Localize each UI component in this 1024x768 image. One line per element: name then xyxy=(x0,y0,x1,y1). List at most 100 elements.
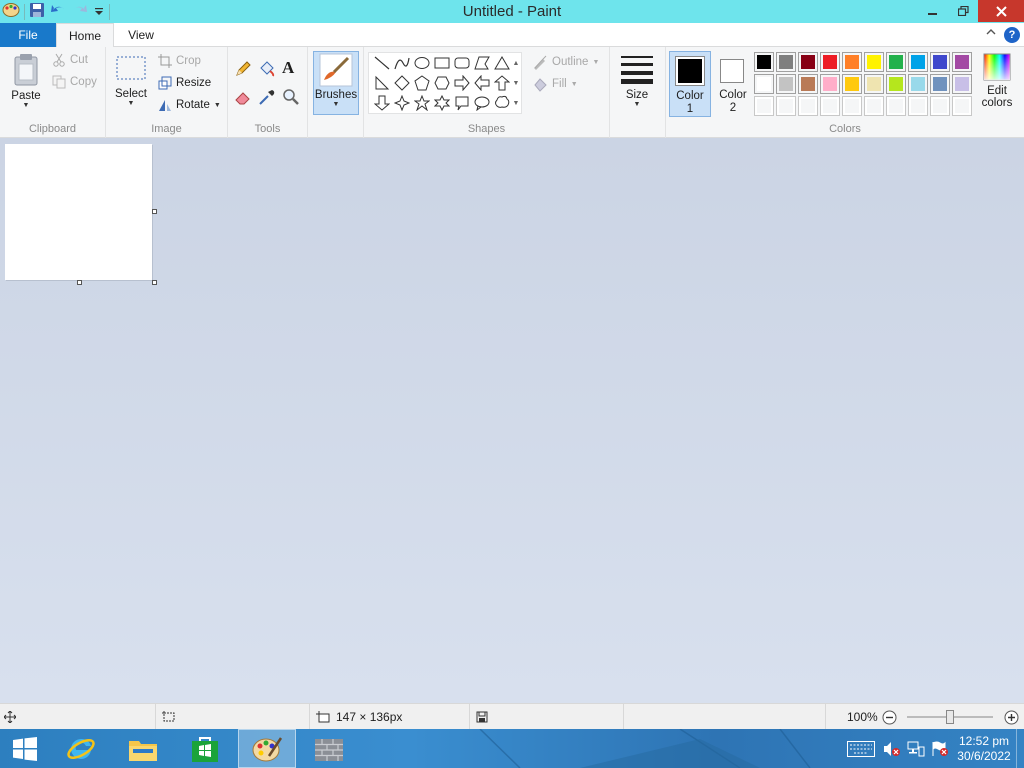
tab-home[interactable]: Home xyxy=(56,23,114,48)
palette-swatch[interactable] xyxy=(842,52,862,72)
gallery-up-icon[interactable]: ▲ xyxy=(510,53,522,73)
fill-button[interactable]: Fill ▼ xyxy=(532,76,578,92)
size-button[interactable]: Size ▼ xyxy=(618,53,656,108)
eraser-icon[interactable] xyxy=(234,88,252,109)
five-point-star-shape-icon[interactable] xyxy=(412,93,432,113)
oval-callout-shape-icon[interactable] xyxy=(472,93,492,113)
restore-button[interactable] xyxy=(948,0,978,22)
palette-swatch[interactable] xyxy=(864,52,884,72)
palette-swatch[interactable] xyxy=(952,52,972,72)
color1-button[interactable]: Color 1 xyxy=(669,51,711,117)
zoom-in-button[interactable] xyxy=(1004,710,1019,728)
palette-swatch[interactable] xyxy=(754,96,774,116)
gallery-down-icon[interactable]: ▼ xyxy=(510,73,522,93)
resize-button[interactable]: Resize xyxy=(158,76,211,90)
color2-button[interactable]: Color 2 xyxy=(714,51,752,117)
down-arrow-shape-icon[interactable] xyxy=(372,93,392,113)
gallery-more-icon[interactable]: ▼ xyxy=(510,93,522,113)
palette-swatch[interactable] xyxy=(886,96,906,116)
pentagon-shape-icon[interactable] xyxy=(412,73,432,93)
canvas-resize-handle-bottom[interactable] xyxy=(77,280,82,285)
crop-button[interactable]: Crop xyxy=(158,54,201,68)
triangle-shape-icon[interactable] xyxy=(492,53,512,73)
edit-colors-button[interactable]: Edit colors xyxy=(974,53,1020,109)
palette-swatch[interactable] xyxy=(820,96,840,116)
magnifier-icon[interactable] xyxy=(282,88,300,109)
palette-swatch[interactable] xyxy=(908,74,928,94)
line-shape-icon[interactable] xyxy=(372,53,392,73)
palette-swatch[interactable] xyxy=(864,74,884,94)
show-desktop-button[interactable] xyxy=(1016,729,1024,768)
start-button[interactable] xyxy=(0,729,50,768)
color-picker-icon[interactable] xyxy=(258,88,276,109)
tab-view[interactable]: View xyxy=(114,23,168,47)
cloud-callout-shape-icon[interactable] xyxy=(492,93,512,113)
paste-button[interactable]: Paste ▼ xyxy=(6,53,46,109)
taskbar-store[interactable] xyxy=(176,729,234,768)
outline-button[interactable]: Outline ▼ xyxy=(532,54,599,70)
tab-file[interactable]: File xyxy=(0,23,56,47)
taskbar-paint[interactable] xyxy=(238,729,296,768)
hexagon-shape-icon[interactable] xyxy=(432,73,452,93)
fill-bucket-icon[interactable] xyxy=(258,60,276,81)
palette-swatch[interactable] xyxy=(798,74,818,94)
diamond-shape-icon[interactable] xyxy=(392,73,412,93)
canvas-resize-handle-right[interactable] xyxy=(152,209,157,214)
drawing-canvas[interactable] xyxy=(5,144,152,280)
palette-swatch[interactable] xyxy=(842,74,862,94)
rotate-button[interactable]: Rotate ▼ xyxy=(158,98,221,112)
palette-swatch[interactable] xyxy=(930,74,950,94)
pencil-icon[interactable] xyxy=(234,60,252,81)
volume-button[interactable] xyxy=(880,741,904,757)
network-button[interactable] xyxy=(904,741,928,757)
collapse-ribbon-icon[interactable] xyxy=(986,27,996,39)
rounded-callout-shape-icon[interactable] xyxy=(452,93,472,113)
zoom-slider-thumb[interactable] xyxy=(946,710,954,724)
oval-shape-icon[interactable] xyxy=(412,53,432,73)
cut-button[interactable]: Cut xyxy=(52,53,88,67)
up-arrow-shape-icon[interactable] xyxy=(492,73,512,93)
rounded-rectangle-shape-icon[interactable] xyxy=(452,53,472,73)
copy-button[interactable]: Copy xyxy=(52,75,97,89)
taskbar-file-explorer[interactable] xyxy=(114,729,172,768)
palette-swatch[interactable] xyxy=(908,96,928,116)
palette-swatch[interactable] xyxy=(952,96,972,116)
palette-swatch[interactable] xyxy=(886,74,906,94)
palette-swatch[interactable] xyxy=(776,96,796,116)
palette-swatch[interactable] xyxy=(798,96,818,116)
palette-swatch[interactable] xyxy=(798,52,818,72)
minimize-button[interactable] xyxy=(918,0,948,22)
right-triangle-shape-icon[interactable] xyxy=(372,73,392,93)
zoom-out-button[interactable] xyxy=(882,710,897,728)
rectangle-shape-icon[interactable] xyxy=(432,53,452,73)
palette-swatch[interactable] xyxy=(930,96,950,116)
canvas-resize-handle-corner[interactable] xyxy=(152,280,157,285)
polygon-shape-icon[interactable] xyxy=(472,53,492,73)
palette-swatch[interactable] xyxy=(908,52,928,72)
brushes-button[interactable]: Brushes ▼ xyxy=(313,51,359,115)
four-point-star-shape-icon[interactable] xyxy=(392,93,412,113)
touch-keyboard-button[interactable] xyxy=(842,740,880,757)
taskbar-internet-explorer[interactable] xyxy=(52,729,110,768)
select-button[interactable]: Select ▼ xyxy=(112,53,150,107)
palette-swatch[interactable] xyxy=(952,74,972,94)
action-center-button[interactable] xyxy=(928,741,952,757)
palette-swatch[interactable] xyxy=(820,74,840,94)
palette-swatch[interactable] xyxy=(820,52,840,72)
curve-shape-icon[interactable] xyxy=(392,53,412,73)
taskbar-firewall[interactable] xyxy=(300,729,358,768)
palette-swatch[interactable] xyxy=(930,52,950,72)
clock[interactable]: 12:52 pm 30/6/2022 xyxy=(952,734,1016,764)
palette-swatch[interactable] xyxy=(776,74,796,94)
palette-swatch[interactable] xyxy=(776,52,796,72)
canvas-workspace[interactable] xyxy=(0,139,1024,703)
palette-swatch[interactable] xyxy=(842,96,862,116)
palette-swatch[interactable] xyxy=(886,52,906,72)
help-button[interactable]: ? xyxy=(1004,27,1020,43)
six-point-star-shape-icon[interactable] xyxy=(432,93,452,113)
palette-swatch[interactable] xyxy=(864,96,884,116)
close-button[interactable] xyxy=(978,0,1024,22)
right-arrow-shape-icon[interactable] xyxy=(452,73,472,93)
palette-swatch[interactable] xyxy=(754,52,774,72)
shapes-gallery-scrollbar[interactable]: ▲ ▼ ▼ xyxy=(510,53,522,113)
